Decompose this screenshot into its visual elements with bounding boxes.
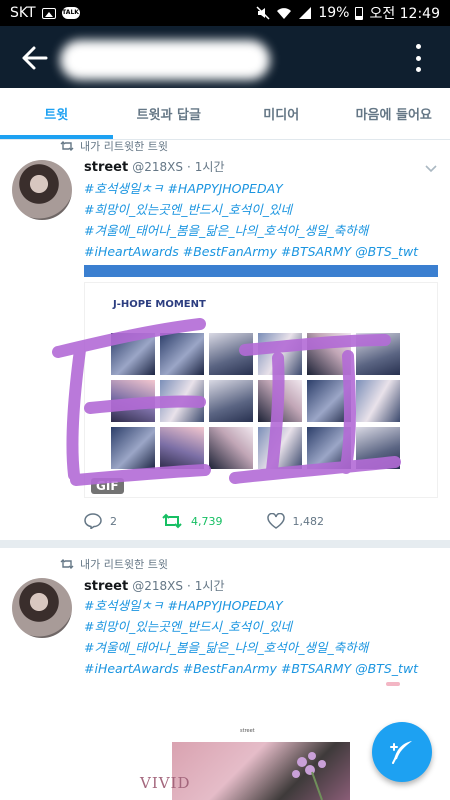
thumbnail [258, 333, 302, 375]
media-header: street [240, 728, 255, 734]
avatar[interactable] [12, 578, 72, 638]
hashtag-line[interactable]: #호석생일ㅊㅋ #HAPPYJHOPEDAY [84, 178, 444, 199]
tweet-media[interactable]: J-HOPE MOMENT GIF [84, 282, 438, 498]
author-line: street @218XS · 1시간 [84, 577, 225, 594]
clock: 오전 12:49 [369, 6, 440, 22]
back-arrow-icon[interactable] [20, 44, 48, 72]
retweet-icon [60, 141, 74, 151]
tweet-time: 1시간 [194, 160, 225, 174]
thumbnail [160, 427, 204, 469]
tab-tweets[interactable]: 트윗 [0, 88, 113, 139]
reply-count: 2 [110, 514, 117, 528]
thumbnail [356, 380, 400, 422]
hashtag-line[interactable]: #iHeartAwards #BestFanArmy #BTSARMY @BTS… [84, 658, 444, 679]
gallery-notification-icon [41, 7, 56, 19]
flower-decoration-icon [292, 752, 326, 800]
retweet-icon [60, 559, 74, 569]
hashtag-line[interactable]: #호석생일ㅊㅋ #HAPPYJHOPEDAY [84, 595, 444, 616]
tweet-media[interactable] [172, 742, 350, 800]
hashtag-line[interactable]: #희망이_있는곳엔_반드시_호석이_있네 [84, 616, 444, 637]
like-count: 1,482 [292, 514, 325, 528]
feather-compose-icon [390, 741, 412, 764]
author-line: street @218XS · 1시간 [84, 158, 225, 175]
thumbnail [209, 333, 253, 375]
retweet-context: 내가 리트윗한 트윗 [60, 138, 168, 154]
like-button[interactable]: 1,482 [266, 513, 325, 529]
app-bar [0, 26, 450, 88]
tab-tweets-and-replies[interactable]: 트윗과 답글 [113, 88, 226, 139]
thumbnail [258, 380, 302, 422]
meta-separator: · [186, 160, 191, 174]
battery-percent: 19% [318, 5, 350, 21]
profile-tabs: 트윗 트윗과 답글 미디어 마음에 들어요 [0, 88, 450, 140]
heart-icon [266, 513, 285, 529]
redacted-profile-name [60, 40, 270, 80]
thumbnail [356, 427, 400, 469]
retweet-context-label: 내가 리트윗한 트윗 [80, 140, 168, 153]
hashtag-line[interactable]: #희망이_있는곳엔_반드시_호석이_있네 [84, 199, 444, 220]
retweet-count: 4,739 [191, 514, 223, 528]
author-handle: @218XS [132, 160, 183, 174]
kakaotalk-notification-icon: TALK [61, 7, 80, 19]
media-title: J-HOPE MOMENT [113, 299, 206, 310]
signal-icon [299, 7, 312, 19]
thumbnail [307, 380, 351, 422]
retweet-context: 내가 리트윗한 트윗 [60, 556, 168, 572]
gif-badge: GIF [91, 478, 124, 494]
meta-separator: · [186, 579, 191, 593]
hashtag-line[interactable]: #겨울에_태어나_봄을_닮은_나의_호석아_생일_축하해 [84, 637, 444, 658]
wifi-icon [277, 8, 292, 19]
thumbnail [307, 333, 351, 375]
tab-media[interactable]: 미디어 [225, 88, 338, 139]
avatar[interactable] [12, 160, 72, 220]
reply-icon [84, 513, 102, 529]
author-handle: @218XS [132, 579, 183, 593]
thumbnail [209, 427, 253, 469]
reply-button[interactable]: 2 [84, 513, 117, 529]
thumbnail [258, 427, 302, 469]
author-name[interactable]: street [84, 579, 128, 594]
tweet-divider [0, 540, 450, 548]
media-top-bar [84, 265, 438, 277]
thumbnail [209, 380, 253, 422]
tweet-text: #호석생일ㅊㅋ #HAPPYJHOPEDAY #희망이_있는곳엔_반드시_호석이… [84, 178, 444, 262]
status-bar: SKT TALK 19% 오전 12:49 [0, 0, 450, 26]
thumbnail [111, 427, 155, 469]
battery-icon [355, 6, 364, 20]
media-caption: VIVID [140, 774, 191, 792]
thumbnail [160, 333, 204, 375]
hashtag-line[interactable]: #iHeartAwards #BestFanArmy #BTSARMY @BTS… [84, 241, 444, 262]
tweet-actions: 2 4,739 1,482 [84, 510, 424, 532]
thumbnail [111, 333, 155, 375]
author-name[interactable]: street [84, 160, 128, 175]
overflow-menu-icon[interactable] [410, 44, 426, 72]
thumbnail [356, 333, 400, 375]
compose-tweet-button[interactable] [372, 722, 432, 782]
thumbnail [307, 427, 351, 469]
tweet-text: #호석생일ㅊㅋ #HAPPYJHOPEDAY #희망이_있는곳엔_반드시_호석이… [84, 595, 444, 679]
thumbnail-grid [111, 333, 411, 469]
retweet-button[interactable]: 4,739 [161, 513, 223, 529]
tweet-time: 1시간 [194, 579, 225, 593]
thumbnail [111, 380, 155, 422]
thumbnail [160, 380, 204, 422]
retweet-context-label: 내가 리트윗한 트윗 [80, 558, 168, 571]
tab-likes[interactable]: 마음에 들어요 [338, 88, 450, 139]
retweet-icon [162, 513, 182, 529]
carrier-label: SKT [10, 5, 36, 21]
mute-icon [256, 6, 270, 20]
hashtag-line[interactable]: #겨울에_태어나_봄을_닮은_나의_호석아_생일_축하해 [84, 220, 444, 241]
chevron-down-icon[interactable] [425, 165, 437, 173]
decorative-mark [386, 682, 400, 686]
